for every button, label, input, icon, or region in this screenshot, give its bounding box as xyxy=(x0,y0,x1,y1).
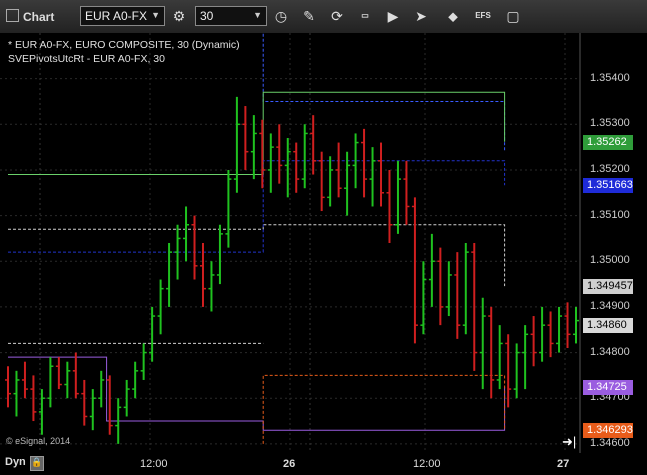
price-tag: 1.351663 xyxy=(583,178,633,194)
title-bar: Chart EUR A0-FX ▼ ⚙ 30 ▼ ◷ ✎ ⟳ ▭ ▶ ➤ ⬥ EFS… xyxy=(0,0,647,34)
clock-refresh-icon[interactable]: ◷ xyxy=(270,6,292,26)
study-icon[interactable]: ▭ xyxy=(354,6,376,26)
window-title: Chart xyxy=(6,9,54,24)
price-tag: 1.349457 xyxy=(583,279,633,295)
y-tick-label: 1.35400 xyxy=(590,71,630,84)
copyright-label: © eSignal, 2014 xyxy=(6,436,71,446)
chevron-down-icon[interactable]: ▼ xyxy=(151,10,160,20)
x-tick-label: 26 xyxy=(283,458,296,470)
chevron-down-icon[interactable]: ▼ xyxy=(253,10,262,20)
chat-icon[interactable]: ▢ xyxy=(502,6,524,26)
x-tick-label: 12:00 xyxy=(413,458,441,470)
jump-to-end-icon[interactable]: ➜| xyxy=(562,434,576,450)
y-tick-label: 1.35200 xyxy=(590,162,630,175)
tools-icon[interactable]: ⬥ xyxy=(442,6,464,26)
x-tick-label: 12:00 xyxy=(140,458,168,470)
x-tick-label: 27 xyxy=(557,458,570,470)
y-tick-label: 1.34900 xyxy=(590,299,630,312)
efs-button[interactable]: EFS xyxy=(472,6,494,26)
y-tick-label: 1.35000 xyxy=(590,254,630,267)
price-tag: 1.346293 xyxy=(583,423,633,439)
y-tick-label: 1.34600 xyxy=(590,436,630,449)
legend-symbol-line: * EUR A0-FX, EURO COMPOSITE, 30 (Dynamic… xyxy=(8,39,240,51)
price-tag: 1.35262 xyxy=(583,134,633,150)
y-tick-label: 1.35300 xyxy=(590,117,630,130)
y-tick-label: 1.34800 xyxy=(590,345,630,358)
price-chart[interactable] xyxy=(0,33,647,475)
lock-icon[interactable]: 🔒 xyxy=(30,456,44,471)
y-tick-label: 1.35100 xyxy=(590,208,630,221)
price-tag: 1.34860 xyxy=(583,318,633,334)
bottom-bar xyxy=(0,453,647,475)
chart-window-icon xyxy=(6,9,19,22)
interval-input[interactable]: 30 ▼ xyxy=(195,6,267,26)
cursor-icon[interactable]: ➤ xyxy=(410,6,432,26)
dynamic-mode-label[interactable]: Dyn xyxy=(5,456,26,468)
play-icon[interactable]: ▶ xyxy=(382,6,404,26)
price-tag: 1.34725 xyxy=(583,379,633,395)
cycle-icon[interactable]: ⟳ xyxy=(326,6,348,26)
chart-legend: * EUR A0-FX, EURO COMPOSITE, 30 (Dynamic… xyxy=(8,38,240,66)
pencil-icon[interactable]: ✎ xyxy=(298,6,320,26)
symbol-input[interactable]: EUR A0-FX ▼ xyxy=(80,6,165,26)
gear-icon[interactable]: ⚙ xyxy=(168,6,190,26)
legend-study-line: SVEPivotsUtcRt - EUR A0-FX, 30 xyxy=(8,53,165,65)
